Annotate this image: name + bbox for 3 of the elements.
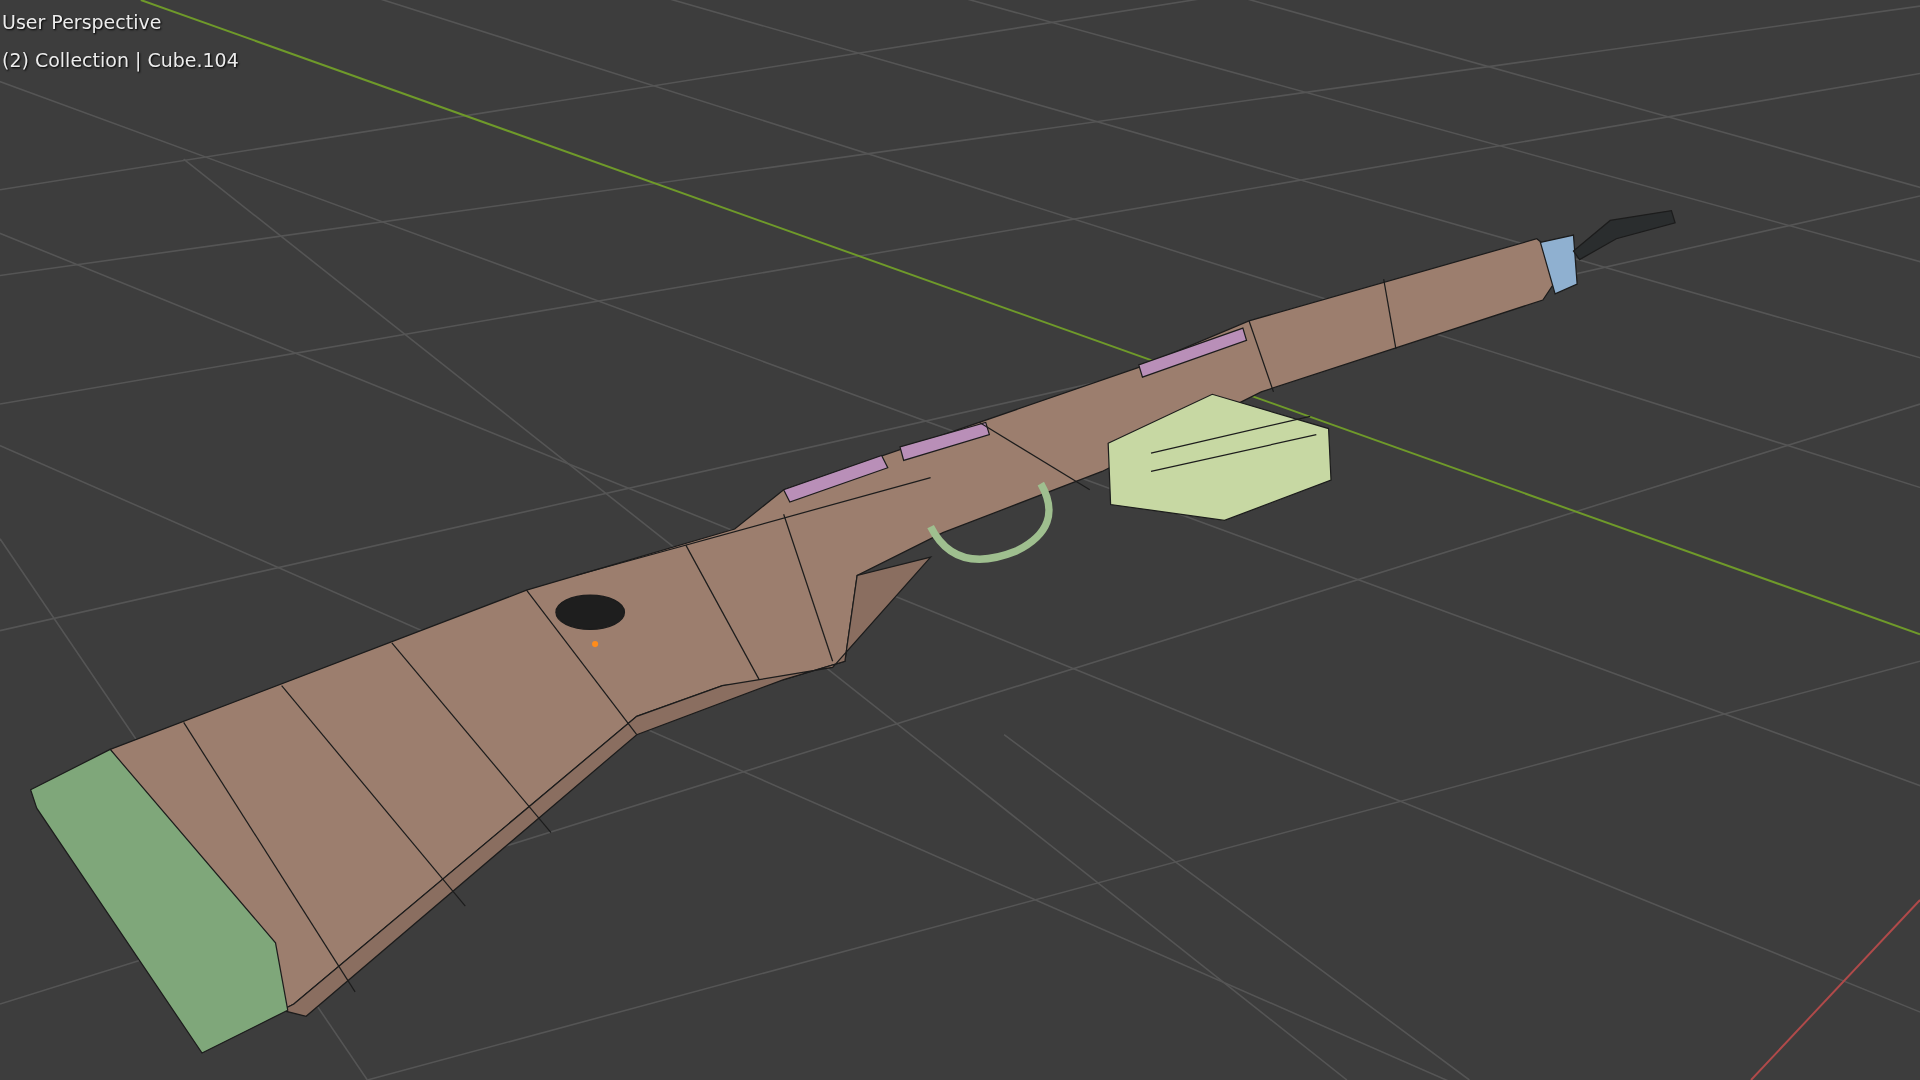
object-info-label: (2) Collection | Cube.104 (2, 48, 239, 72)
origin-dot (592, 641, 599, 648)
view-name-label: User Perspective (2, 10, 162, 34)
